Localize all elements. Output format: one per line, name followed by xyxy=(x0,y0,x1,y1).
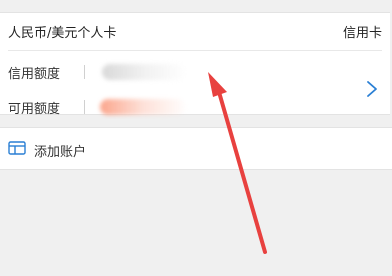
credit-limit-value-blurred xyxy=(102,64,186,80)
chevron-right-icon[interactable] xyxy=(364,79,380,99)
account-page: 人民币/美元个人卡 信用卡 信用额度 可用额度 添加账户 xyxy=(0,0,392,276)
row-divider xyxy=(84,100,85,114)
add-account-button[interactable]: 添加账户 xyxy=(0,127,392,170)
card-add-icon xyxy=(8,141,26,155)
available-limit-value-blurred xyxy=(100,99,186,115)
available-limit-label: 可用额度 xyxy=(8,101,61,117)
card-currency-type: 人民币/美元个人卡 xyxy=(8,26,117,41)
credit-card-panel[interactable]: 人民币/美元个人卡 信用卡 信用额度 可用额度 xyxy=(0,12,390,118)
card-type-label: 信用卡 xyxy=(342,26,382,41)
credit-limit-label: 信用额度 xyxy=(8,66,61,82)
add-account-label: 添加账户 xyxy=(34,145,87,160)
available-limit-row: 可用额度 xyxy=(8,96,186,118)
row-divider xyxy=(84,65,85,79)
card-header: 人民币/美元个人卡 信用卡 xyxy=(8,13,382,51)
credit-limit-row: 信用额度 xyxy=(8,61,186,83)
